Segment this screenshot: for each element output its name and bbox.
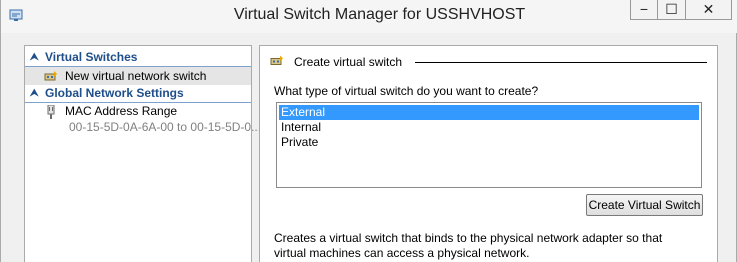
network-adapter-icon [47,105,55,119]
virtual-switch-manager-window: Virtual Switch Manager for USSHVHOST − ☐… [0,0,737,262]
nav-item-mac-address-range[interactable]: MAC Address Range 00-15-5D-0A-6A-00 to 0… [25,103,262,137]
section-label: Global Network Settings [45,86,184,100]
switch-type-description: Creates a virtual switch that binds to t… [274,231,663,260]
list-item-external[interactable]: External [279,105,699,120]
details-pane: Create virtual switch What type of virtu… [259,45,718,262]
maximize-icon: ☐ [665,1,678,17]
create-virtual-switch-button[interactable]: Create Virtual Switch [586,194,703,216]
collapse-icon[interactable]: ⮝ [30,85,39,102]
create-switch-header: Create virtual switch [270,54,707,70]
navigation-pane: ⮝ Virtual Switches New virtual network s… [24,45,262,262]
virtual-switch-icon [44,71,57,81]
mac-range-label: MAC Address Range [65,104,178,118]
mac-range-value: 00-15-5D-0A-6A-00 to 00-15-5D-0... [69,120,262,134]
collapse-icon[interactable]: ⮝ [30,49,39,66]
switch-type-listbox[interactable]: External Internal Private [276,102,702,188]
list-item-private[interactable]: Private [279,135,699,150]
section-label: Virtual Switches [45,50,138,64]
close-button[interactable]: ✕ [686,0,732,20]
window-title: Virtual Switch Manager for USSHVHOST [233,6,526,23]
minimize-icon: − [639,1,649,17]
title-bar[interactable]: Virtual Switch Manager for USSHVHOST − ☐… [1,0,737,33]
header-divider [415,62,707,63]
section-virtual-switches[interactable]: ⮝ Virtual Switches [25,49,251,67]
maximize-button[interactable]: ☐ [658,0,686,20]
list-item-internal[interactable]: Internal [279,120,699,135]
nav-item-new-virtual-switch[interactable]: New virtual network switch [25,67,251,85]
create-switch-title: Create virtual switch [294,55,403,69]
caption-buttons: − ☐ ✕ [630,0,732,22]
switch-type-question: What type of virtual switch do you want … [274,84,539,98]
close-icon: ✕ [702,1,715,17]
virtual-switch-icon [270,55,283,65]
section-global-network-settings[interactable]: ⮝ Global Network Settings [25,85,251,103]
nav-item-label: New virtual network switch [65,69,207,83]
minimize-button[interactable]: − [630,0,658,20]
